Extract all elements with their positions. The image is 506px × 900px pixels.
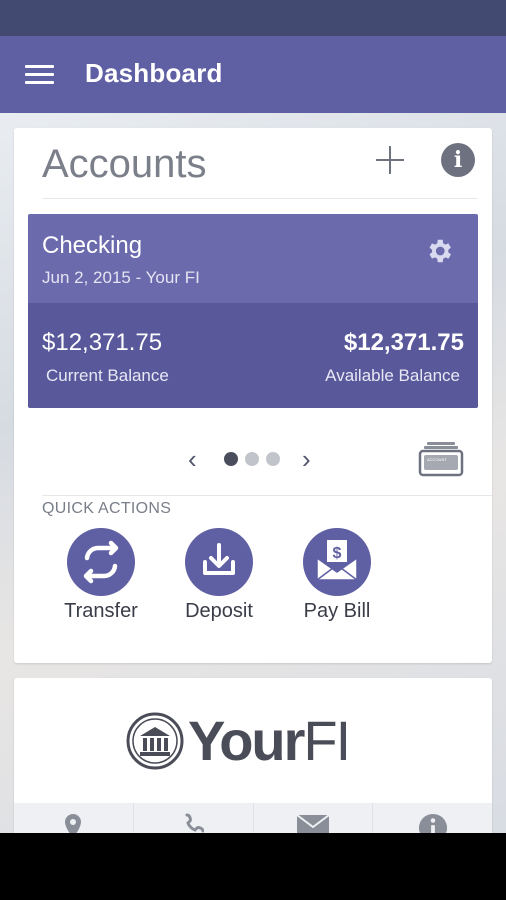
accounts-title: Accounts	[42, 142, 207, 186]
logo-text: YourFI	[188, 709, 351, 772]
transfer-icon	[67, 528, 135, 596]
accounts-icon-label: ACCOUNT	[427, 457, 447, 462]
chevron-right-icon[interactable]: ›	[302, 446, 311, 472]
bank-icon	[126, 712, 184, 770]
deposit-button[interactable]: Deposit	[159, 528, 279, 623]
account-card-checking[interactable]: Checking Jun 2, 2015 - Your FI $12,371.7…	[28, 214, 478, 408]
accounts-card: Accounts i Checking Jun 2, 2015 - Your F…	[14, 128, 492, 663]
available-balance: $12,371.75	[343, 329, 464, 356]
quick-actions-heading: QUICK ACTIONS	[42, 500, 172, 517]
account-subtitle: Jun 2, 2015 - Your FI	[42, 268, 200, 287]
menu-icon[interactable]	[25, 65, 54, 85]
system-nav-bar	[0, 833, 506, 900]
pager-dot[interactable]	[224, 452, 238, 466]
account-header: Checking Jun 2, 2015 - Your FI	[28, 214, 478, 303]
transfer-label: Transfer	[64, 600, 138, 622]
account-name: Checking	[42, 232, 143, 259]
yourfi-logo: YourFI	[126, 710, 386, 772]
pay-bill-label: Pay Bill	[303, 600, 371, 622]
current-balance: $12,371.75	[42, 329, 163, 356]
divider	[42, 495, 492, 496]
pay-bill-icon: $	[303, 528, 371, 596]
institution-card: YourFI	[14, 678, 492, 843]
divider	[42, 198, 478, 199]
info-icon[interactable]: i	[441, 143, 475, 177]
current-balance-label: Current Balance	[46, 366, 169, 385]
gear-icon[interactable]	[424, 236, 454, 266]
svg-text:$: $	[333, 545, 342, 562]
status-bar	[0, 0, 506, 36]
account-balances: $12,371.75 Current Balance $12,371.75 Av…	[28, 303, 478, 408]
pay-bill-button[interactable]: $ Pay Bill	[277, 528, 397, 623]
add-account-icon[interactable]	[375, 145, 405, 175]
available-balance-label: Available Balance	[325, 366, 460, 385]
page-title: Dashboard	[85, 58, 223, 88]
deposit-icon	[185, 528, 253, 596]
transfer-button[interactable]: Transfer	[41, 528, 161, 623]
app-bar: Dashboard	[0, 36, 506, 114]
pager-dot[interactable]	[245, 452, 259, 466]
pager-dot[interactable]	[266, 452, 280, 466]
accounts-list-icon[interactable]: ACCOUNT	[418, 440, 464, 480]
deposit-label: Deposit	[185, 600, 253, 622]
chevron-left-icon[interactable]: ‹	[188, 446, 197, 472]
